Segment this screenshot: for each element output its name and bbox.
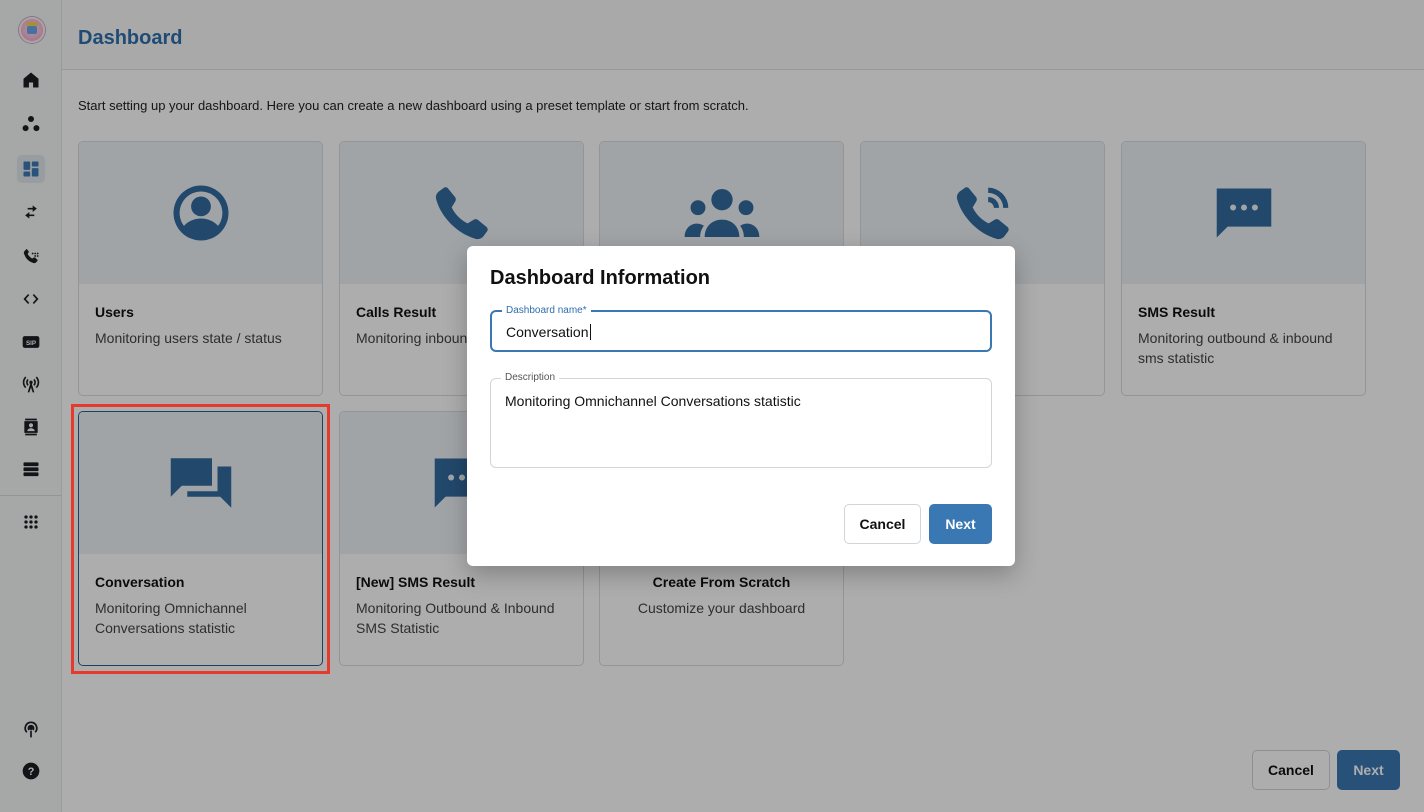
dashboard-name-value: Conversation <box>506 324 589 340</box>
dialog-next-button[interactable]: Next <box>929 504 992 544</box>
dialog-cancel-button[interactable]: Cancel <box>844 504 921 544</box>
dashboard-name-label: Dashboard name* <box>502 305 591 317</box>
dashboard-name-input[interactable]: Conversation <box>506 324 591 340</box>
description-field[interactable]: Description Monitoring Omnichannel Conve… <box>490 372 992 468</box>
text-caret <box>589 324 591 340</box>
description-input[interactable]: Monitoring Omnichannel Conversations sta… <box>505 393 801 409</box>
dashboard-name-field[interactable]: Dashboard name* Conversation <box>490 305 992 352</box>
dashboard-info-dialog: Dashboard Information Dashboard name* Co… <box>467 246 1015 566</box>
dialog-title: Dashboard Information <box>490 267 711 289</box>
description-label: Description <box>501 372 560 384</box>
selection-highlight <box>71 404 330 674</box>
